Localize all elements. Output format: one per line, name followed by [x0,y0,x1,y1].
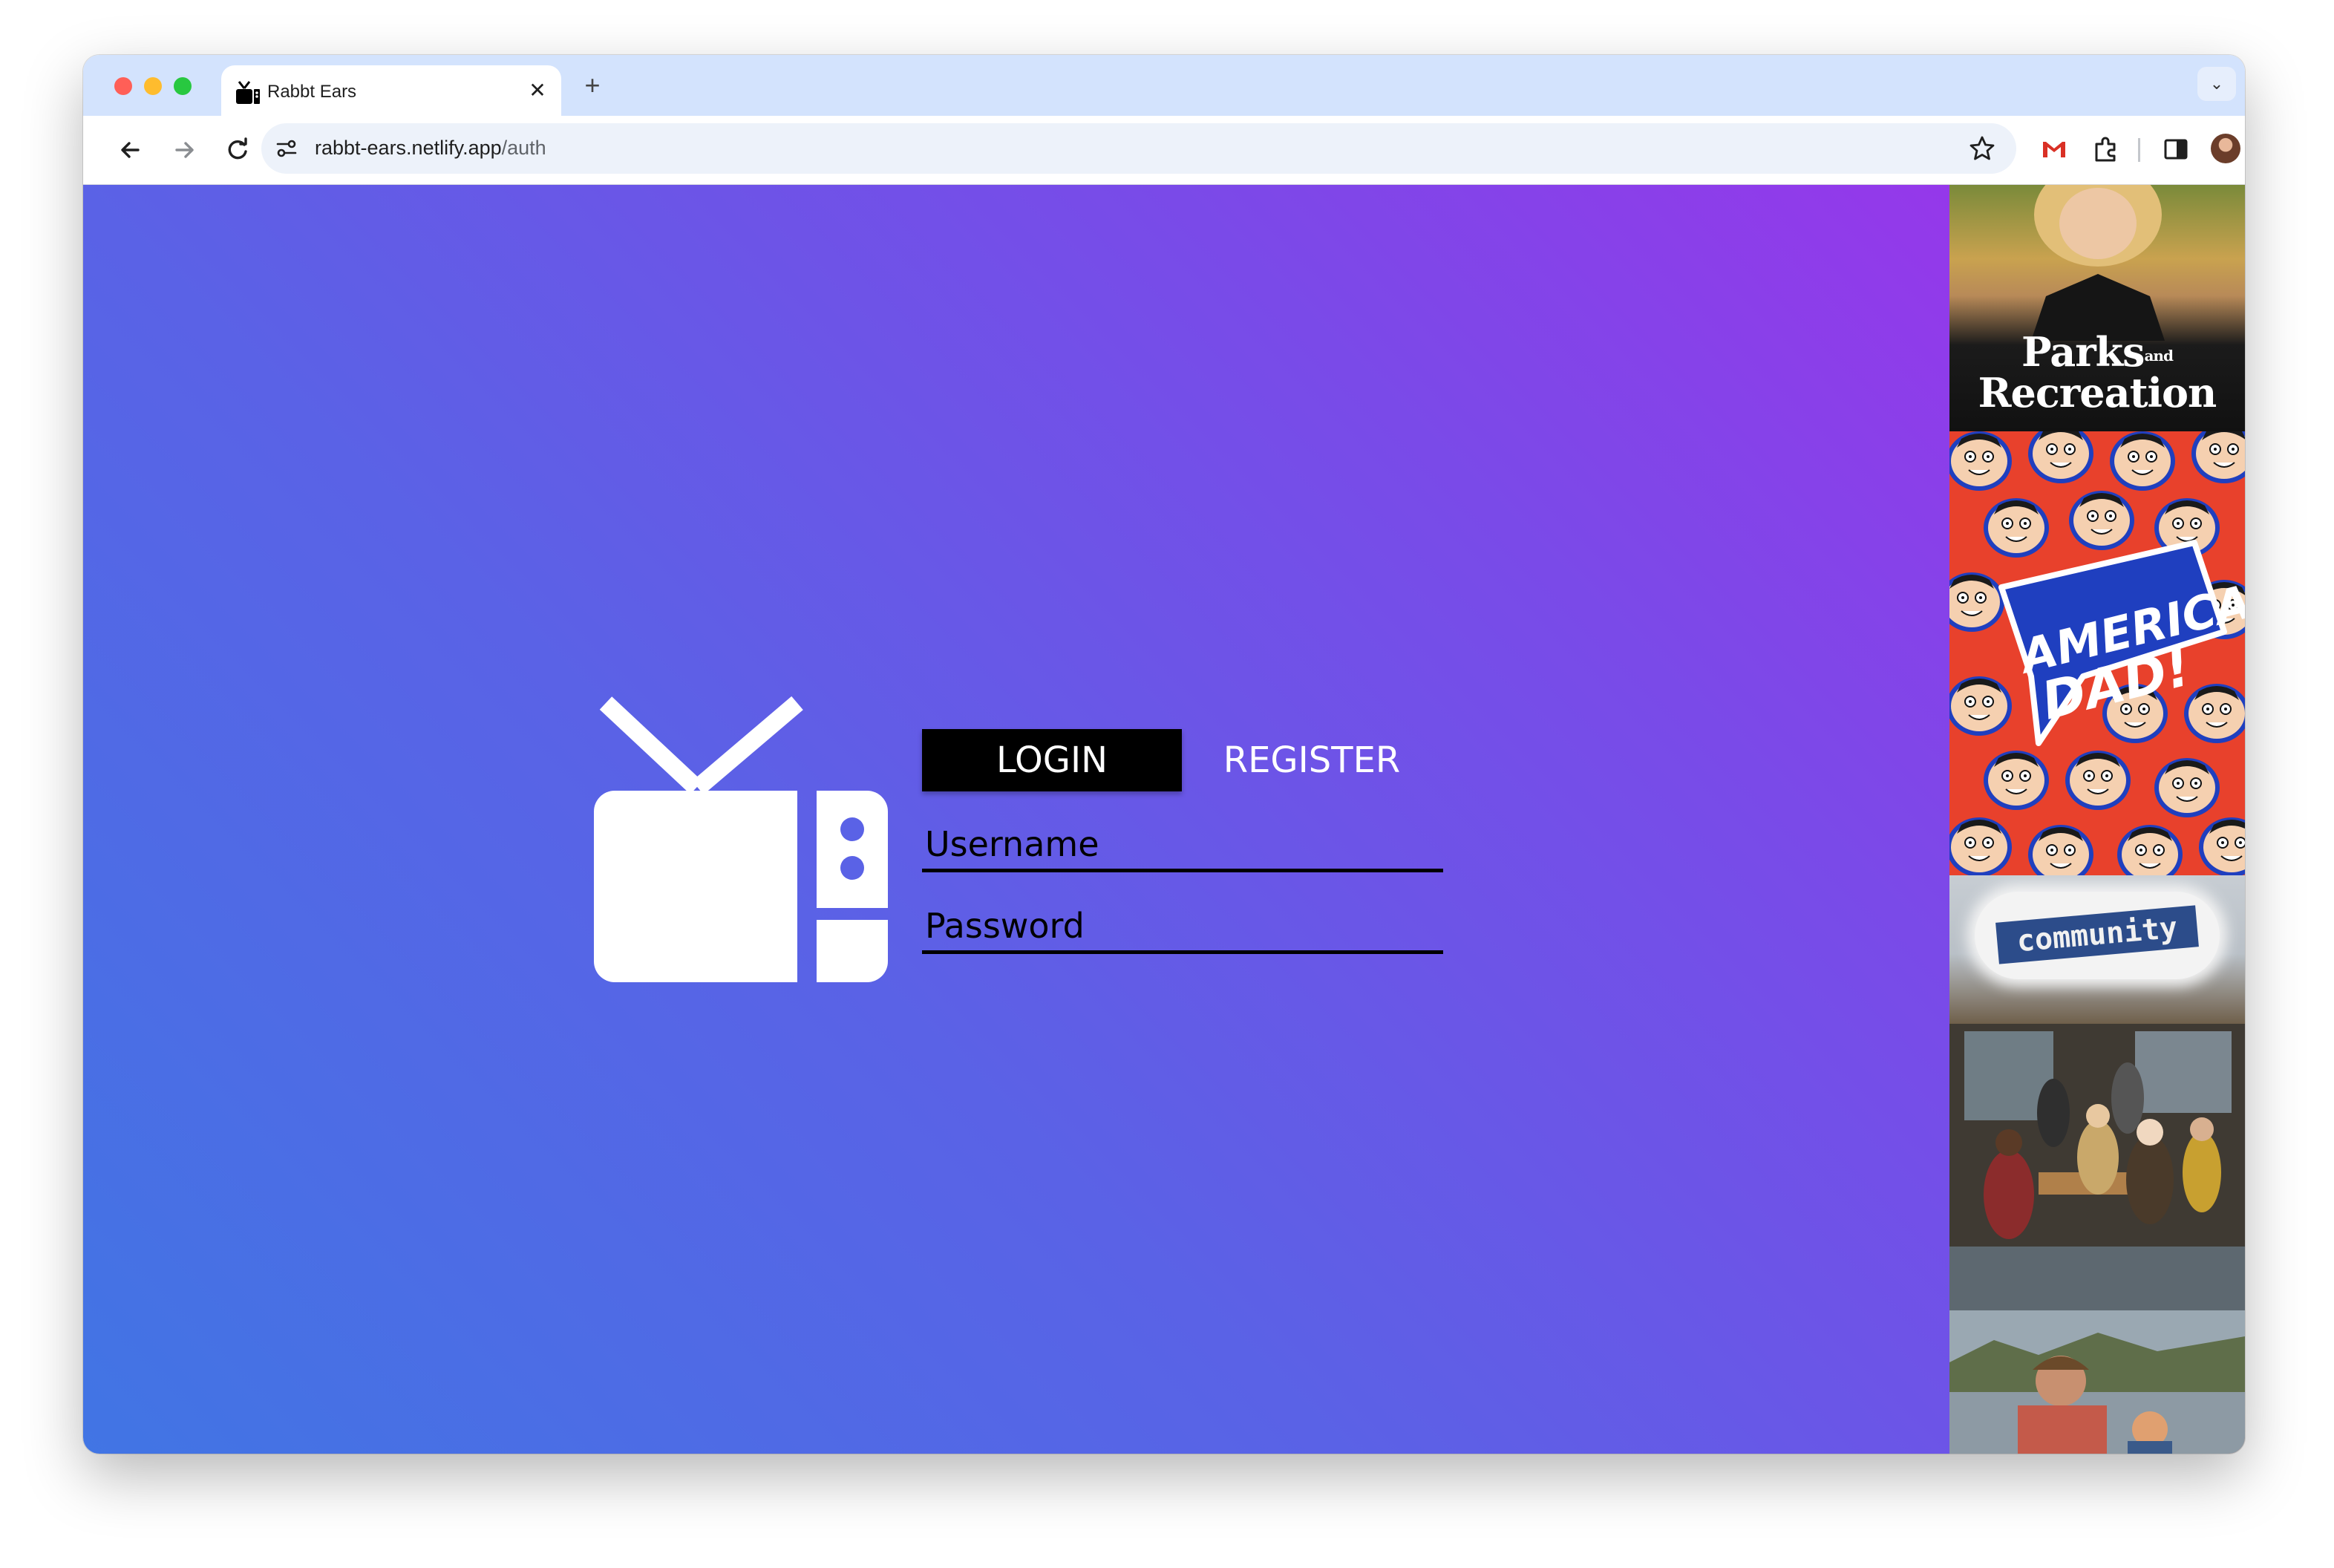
register-tab[interactable]: REGISTER [1182,729,1442,791]
poster-parks-and-recreation: Parksand Recreation [1949,185,2245,431]
browser-tab-active[interactable]: Rabbt Ears ✕ [221,65,561,116]
poster-american-dad: AMERICAN DAD! [1949,431,2245,875]
page-content: LOGIN REGISTER Parksand Recreation [83,185,2245,1454]
browser-toolbar: rabbt-ears.netlify.app/auth [83,116,2245,185]
tab-search-button[interactable]: ⌄ [2197,67,2236,101]
username-input[interactable] [922,820,1443,872]
toolbar-divider [2138,138,2140,162]
andy-griffith-scene [1949,1310,2245,1454]
american-dad-pattern: AMERICAN DAD! [1949,431,2245,875]
tab-strip: Rabbt Ears ✕ + ⌄ [83,55,2245,116]
poster-community: community [1949,875,2245,1310]
url-host: rabbt-ears.netlify.app [315,137,502,159]
parks-title-and: and [2144,346,2173,365]
poster-andy-griffith [1949,1310,2245,1454]
extensions-puzzle-icon[interactable] [2089,132,2123,166]
url-path: /auth [501,137,546,159]
browser-window: Rabbt Ears ✕ + ⌄ rabbt-ears.netlify.app/… [83,55,2245,1454]
reload-icon[interactable] [221,134,254,166]
site-info-icon[interactable] [273,135,300,162]
tab-close-icon[interactable]: ✕ [524,77,551,104]
new-tab-button[interactable]: + [578,71,607,101]
address-bar[interactable]: rabbt-ears.netlify.app/auth [261,123,2016,174]
password-input[interactable] [922,901,1443,954]
community-cast-scene [1949,1024,2245,1310]
show-posters-column: Parksand Recreation AMERICAN DAD! commun… [1949,185,2245,1454]
auth-hero-background: LOGIN REGISTER [83,185,1949,1454]
poster-parks-figure [2031,185,2165,341]
back-arrow-icon[interactable] [114,134,147,166]
url-text[interactable]: rabbt-ears.netlify.app/auth [315,137,546,160]
tv-logo-icon [594,696,888,982]
parks-title-line2: Recreation [1978,368,2217,416]
forward-arrow-icon[interactable] [168,134,200,166]
tv-favicon-icon [236,81,260,104]
parks-poster-title: Parksand Recreation [1949,332,2245,413]
minimize-window-button[interactable] [144,77,162,95]
bookmark-star-icon[interactable] [1967,134,1997,163]
close-window-button[interactable] [114,77,132,95]
maximize-window-button[interactable] [174,77,192,95]
gmail-icon[interactable] [2037,132,2071,166]
tab-title: Rabbt Ears [267,82,357,102]
side-panel-icon[interactable] [2159,132,2193,166]
login-tab[interactable]: LOGIN [922,729,1182,791]
profile-avatar[interactable] [2211,134,2240,163]
